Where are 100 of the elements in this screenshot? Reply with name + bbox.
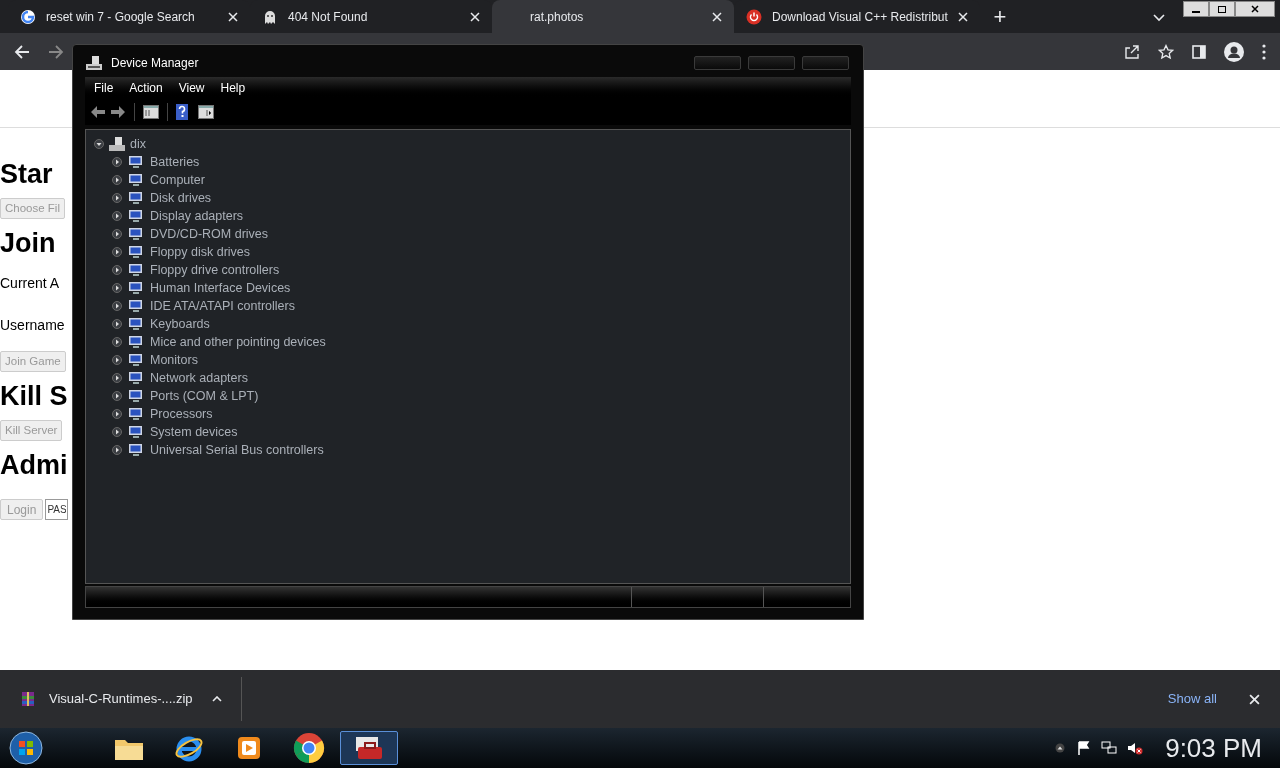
- device-icon: [128, 298, 144, 314]
- page-text: Current A: [0, 274, 60, 293]
- help-icon[interactable]: [176, 104, 188, 120]
- password-field[interactable]: PAS: [45, 499, 69, 520]
- expander-icon[interactable]: [94, 139, 104, 149]
- tree-item[interactable]: Mice and other pointing devices: [150, 332, 326, 352]
- close-icon[interactable]: [1249, 693, 1260, 705]
- page-heading: Star: [0, 158, 53, 191]
- tree-item[interactable]: Display adapters: [150, 206, 244, 226]
- caret-up-icon[interactable]: [211, 696, 222, 702]
- expander-icon[interactable]: [112, 229, 122, 239]
- close-icon[interactable]: [712, 11, 722, 22]
- device-icon: [128, 352, 144, 368]
- ghost-icon: [262, 8, 278, 25]
- tab-title: 404 Not Found: [288, 8, 369, 26]
- tree-item[interactable]: Network adapters: [150, 368, 248, 388]
- device-icon: [128, 280, 144, 296]
- page-heading: Admi: [0, 449, 68, 482]
- tab-title: rat.photos: [530, 8, 585, 26]
- download-filename[interactable]: Visual-C-Runtimes-....zip: [49, 689, 193, 709]
- tree-item[interactable]: Disk drives: [150, 188, 212, 208]
- device-icon: [128, 208, 144, 224]
- clock[interactable]: 9:03 PM: [1165, 728, 1262, 768]
- speaker-muted-icon[interactable]: [1127, 741, 1144, 755]
- expander-icon[interactable]: [112, 337, 122, 347]
- close-icon[interactable]: [957, 11, 968, 22]
- menu-item[interactable]: View: [178, 79, 205, 97]
- device-icon: [128, 316, 144, 332]
- tree-item[interactable]: Floppy disk drives: [150, 242, 251, 262]
- expander-icon[interactable]: [112, 409, 122, 419]
- expander-icon[interactable]: [112, 193, 122, 203]
- expander-icon[interactable]: [112, 355, 122, 365]
- expander-icon[interactable]: [112, 247, 122, 257]
- back-arrow-icon[interactable]: [90, 105, 106, 119]
- device-icon: [128, 190, 144, 206]
- menu-item[interactable]: File: [94, 79, 114, 97]
- power-icon: [746, 8, 762, 25]
- flag-icon[interactable]: [1077, 741, 1092, 755]
- taskbar-app[interactable]: [340, 731, 398, 765]
- restore-button[interactable]: [1209, 1, 1235, 17]
- share-icon[interactable]: [1124, 43, 1140, 60]
- minimize-button[interactable]: [1183, 1, 1209, 17]
- menu-item[interactable]: Action: [129, 79, 163, 97]
- tree-item[interactable]: dix: [130, 134, 146, 154]
- tree-item[interactable]: System devices: [150, 422, 238, 442]
- tab-title: Download Visual C++ Redistribut: [772, 8, 948, 26]
- network-icon[interactable]: [1101, 741, 1118, 755]
- expander-icon[interactable]: [112, 319, 122, 329]
- expander-icon[interactable]: [112, 301, 122, 311]
- tree-item[interactable]: Floppy drive controllers: [150, 260, 280, 280]
- show-all-link[interactable]: Show all: [1167, 689, 1217, 709]
- menu-icon[interactable]: [1262, 43, 1266, 60]
- page-heading: Join: [0, 227, 56, 260]
- menu-item[interactable]: Help: [220, 79, 246, 97]
- expander-icon[interactable]: [112, 391, 122, 401]
- forward-arrow-icon[interactable]: [110, 105, 126, 119]
- back-arrow-icon[interactable]: [14, 43, 30, 60]
- device-icon: [128, 370, 144, 386]
- tree-item[interactable]: Human Interface Devices: [150, 278, 291, 298]
- device-icon: [128, 406, 144, 422]
- tree-item[interactable]: Processors: [150, 404, 213, 424]
- tree-item[interactable]: Universal Serial Bus controllers: [150, 440, 324, 460]
- browser-tab[interactable]: rat.photos: [492, 0, 734, 33]
- archive-icon: [20, 691, 36, 707]
- console-tree-icon[interactable]: [143, 105, 159, 119]
- tree-item[interactable]: IDE ATA/ATAPI controllers: [150, 296, 295, 316]
- close-icon[interactable]: [228, 11, 238, 22]
- expander-icon[interactable]: [112, 175, 122, 185]
- new-tab-button[interactable]: +: [985, 0, 1014, 33]
- start-orb-icon[interactable]: [6, 730, 46, 766]
- expander-icon[interactable]: [112, 211, 122, 221]
- expander-icon[interactable]: [112, 445, 122, 455]
- tree-item[interactable]: Keyboards: [150, 314, 210, 334]
- forward-arrow-icon[interactable]: [48, 43, 64, 60]
- expander-icon[interactable]: [112, 157, 122, 167]
- star-icon[interactable]: [1158, 43, 1174, 60]
- toolbox-icon: [354, 735, 384, 761]
- tree-item[interactable]: Computer: [150, 170, 205, 190]
- tray-arrow-icon[interactable]: [1055, 743, 1066, 753]
- device-icon: [128, 388, 144, 404]
- expander-icon[interactable]: [112, 283, 122, 293]
- close-icon[interactable]: [470, 11, 480, 22]
- close-window-button[interactable]: [1235, 1, 1275, 17]
- page-text: Username: [0, 316, 65, 335]
- window-title: Device Manager: [111, 55, 199, 72]
- tree-item[interactable]: Batteries: [150, 152, 200, 172]
- expander-icon[interactable]: [112, 427, 122, 437]
- tree-item[interactable]: Ports (COM & LPT): [150, 386, 259, 406]
- tree-item[interactable]: Monitors: [150, 350, 198, 370]
- google-icon: [20, 8, 36, 25]
- side-panel-icon[interactable]: [1192, 44, 1206, 59]
- device-icon: [128, 226, 144, 242]
- profile-icon[interactable]: [1224, 41, 1244, 62]
- expander-icon[interactable]: [112, 373, 122, 383]
- chevron-down-icon[interactable]: [1153, 14, 1165, 22]
- close-icon: [1251, 5, 1259, 13]
- properties-icon[interactable]: [198, 105, 214, 119]
- expander-icon[interactable]: [112, 265, 122, 275]
- tree-item[interactable]: DVD/CD-ROM drives: [150, 224, 269, 244]
- device-manager-icon: [85, 55, 103, 71]
